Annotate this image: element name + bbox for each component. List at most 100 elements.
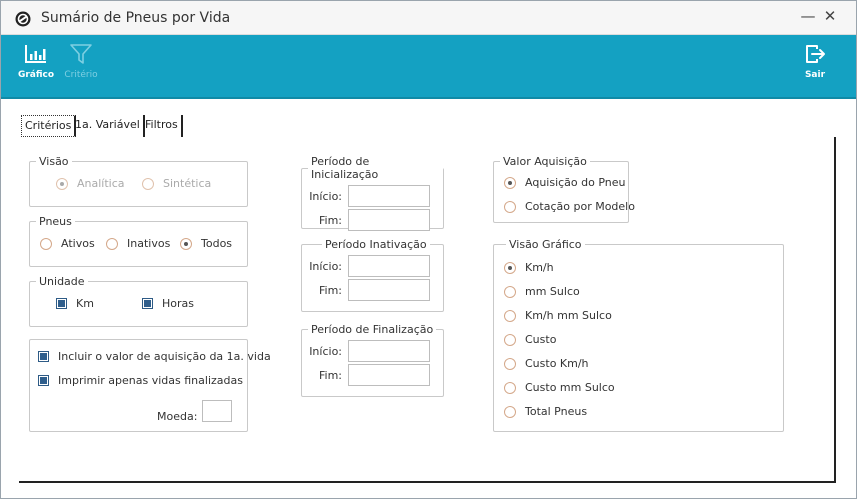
finalizacao-inicio-label: Início:: [309, 344, 342, 358]
exit-icon: [806, 45, 825, 63]
radio-indicator: [504, 176, 516, 189]
pneus-inativos-label: Inativos: [127, 237, 171, 250]
tab-filtros[interactable]: Filtros: [142, 115, 183, 137]
aquisicao-pneu-radio[interactable]: Aquisição do Pneu: [504, 176, 626, 189]
periodo-inicializacao-group: Período de Inicialização Início: Fim:: [301, 155, 444, 231]
inativacao-inicio-label: Início:: [309, 259, 342, 273]
finalizacao-fim-input[interactable]: [348, 364, 430, 386]
aquisicao-pneu-label: Aquisição do Pneu: [525, 176, 626, 189]
radio-indicator: [504, 357, 516, 370]
close-button[interactable]: ✕: [821, 7, 839, 25]
radio-indicator: [180, 237, 192, 250]
periodo-inicializacao-legend: Período de Inicialização: [311, 155, 379, 181]
imprimir-finalizadas-checkbox[interactable]: Imprimir apenas vidas finalizadas: [38, 374, 243, 387]
inativacao-fim-input[interactable]: [348, 279, 430, 301]
checkbox-indicator: [38, 351, 49, 362]
cotacao-modelo-label: Cotação por Modelo: [525, 200, 635, 213]
unidade-horas-label: Horas: [162, 297, 194, 310]
visao-grafico-legend: Visão Gráfico: [509, 238, 582, 251]
grafico-kmh-mm-sulco-radio[interactable]: Km/h mm Sulco: [504, 309, 612, 322]
grafico-custo-radio[interactable]: Custo: [504, 333, 556, 346]
unidade-group: Unidade Km Horas: [29, 275, 248, 327]
inativacao-inicio-input[interactable]: [348, 255, 430, 277]
periodo-inativacao-legend: Período Inativação: [325, 238, 427, 251]
radio-indicator: [504, 309, 516, 322]
grafico-total-pneus-radio[interactable]: Total Pneus: [504, 405, 587, 418]
visao-legend: Visão: [39, 155, 69, 168]
chart-button[interactable]: Gráfico: [11, 43, 61, 80]
visao-analitica-label: Analítica: [77, 177, 125, 190]
unidade-legend: Unidade: [39, 275, 85, 288]
grafico-custo-kmh-radio[interactable]: Custo Km/h: [504, 357, 589, 370]
grafico-kmh-label: Km/h: [525, 261, 554, 274]
cotacao-modelo-radio[interactable]: Cotação por Modelo: [504, 200, 635, 213]
grafico-custo-label: Custo: [525, 333, 557, 346]
tab-container: Critérios 1a. Variável Filtros Visão Ana…: [9, 101, 848, 492]
finalizacao-fim-row: Fim:: [306, 364, 430, 386]
filter-icon: [70, 44, 92, 64]
inativacao-inicio-row: Início:: [306, 255, 430, 277]
chart-button-label: Gráfico: [17, 70, 55, 80]
inicializacao-inicio-label: Início:: [309, 189, 342, 203]
checkbox-indicator: [38, 375, 49, 386]
grafico-custo-mm-sulco-radio[interactable]: Custo mm Sulco: [504, 381, 615, 394]
inicializacao-inicio-row: Início:: [306, 185, 430, 207]
radio-indicator: [504, 261, 516, 274]
unidade-horas-checkbox[interactable]: Horas: [142, 297, 194, 310]
criteria-button-label: Critério: [64, 70, 98, 80]
radio-indicator: [504, 333, 516, 346]
valor-aquisicao-group: Valor Aquisição Aquisição do Pneu Cotaçã…: [493, 155, 635, 223]
bar-chart-icon: [25, 45, 46, 63]
pneus-group: Pneus Ativos Inativos Todos: [29, 215, 248, 267]
grafico-mm-sulco-label: mm Sulco: [525, 285, 580, 298]
visao-analitica-radio[interactable]: Analítica: [56, 177, 125, 190]
tab-criterios[interactable]: Critérios: [21, 115, 77, 137]
opcoes-group: Incluir o valor de aquisição da 1a. vida…: [29, 339, 271, 432]
inicializacao-fim-label: Fim:: [318, 213, 342, 227]
valor-aquisicao-legend: Valor Aquisição: [503, 155, 587, 168]
imprimir-finalizadas-label: Imprimir apenas vidas finalizadas: [58, 374, 243, 387]
radio-indicator: [106, 237, 118, 250]
pneus-todos-radio[interactable]: Todos: [180, 237, 232, 250]
minimize-button[interactable]: —: [799, 7, 817, 25]
pneus-ativos-label: Ativos: [61, 237, 95, 250]
moeda-input[interactable]: [202, 400, 232, 422]
report-window: Sumário de Pneus por Vida — ✕ Gráfico Cr…: [0, 0, 857, 499]
inativacao-fim-label: Fim:: [318, 283, 342, 297]
title-bar: Sumário de Pneus por Vida — ✕: [1, 1, 856, 35]
radio-indicator: [56, 177, 68, 190]
toolbar: Gráfico Critério Sair: [1, 35, 856, 99]
incluir-aquisicao-checkbox[interactable]: Incluir o valor de aquisição da 1a. vida: [38, 350, 271, 363]
pneus-todos-label: Todos: [201, 237, 233, 250]
checkbox-indicator: [56, 298, 67, 309]
finalizacao-fim-label: Fim:: [318, 368, 342, 382]
inicializacao-inicio-input[interactable]: [348, 185, 430, 207]
exit-button[interactable]: Sair: [790, 43, 840, 80]
moeda-label: Moeda:: [157, 410, 198, 423]
incluir-aquisicao-label: Incluir o valor de aquisição da 1a. vida: [58, 350, 271, 363]
grafico-kmh-radio[interactable]: Km/h: [504, 261, 554, 274]
periodo-inativacao-group: Período Inativação Início: Fim:: [301, 238, 444, 312]
pneus-ativos-radio[interactable]: Ativos: [40, 237, 95, 250]
radio-indicator: [504, 285, 516, 298]
radio-indicator: [504, 381, 516, 394]
criteria-button[interactable]: Critério: [56, 43, 106, 80]
finalizacao-inicio-input[interactable]: [348, 340, 430, 362]
periodo-finalizacao-group: Período de Finalização Início: Fim:: [301, 323, 444, 397]
inicializacao-fim-input[interactable]: [348, 209, 430, 231]
finalizacao-inicio-row: Início:: [306, 340, 430, 362]
tab-primeira-variavel[interactable]: 1a. Variável: [72, 115, 145, 137]
exit-button-label: Sair: [804, 70, 826, 80]
inicializacao-fim-row: Fim:: [306, 209, 430, 231]
inativacao-fim-row: Fim:: [306, 279, 430, 301]
unidade-km-checkbox[interactable]: Km: [56, 297, 94, 310]
checkbox-indicator: [142, 298, 153, 309]
radio-indicator: [504, 200, 516, 213]
visao-grafico-group: Visão Gráfico Km/h mm Sulco Km/h mm Sulc…: [493, 238, 784, 432]
visao-group: Visão Analítica Sintética: [29, 155, 248, 207]
pneus-inativos-radio[interactable]: Inativos: [106, 237, 170, 250]
visao-sintetica-radio[interactable]: Sintética: [142, 177, 211, 190]
visao-sintetica-label: Sintética: [163, 177, 212, 190]
grafico-mm-sulco-radio[interactable]: mm Sulco: [504, 285, 580, 298]
criteria-panel: Visão Analítica Sintética Pneus Ativos I…: [19, 137, 836, 483]
